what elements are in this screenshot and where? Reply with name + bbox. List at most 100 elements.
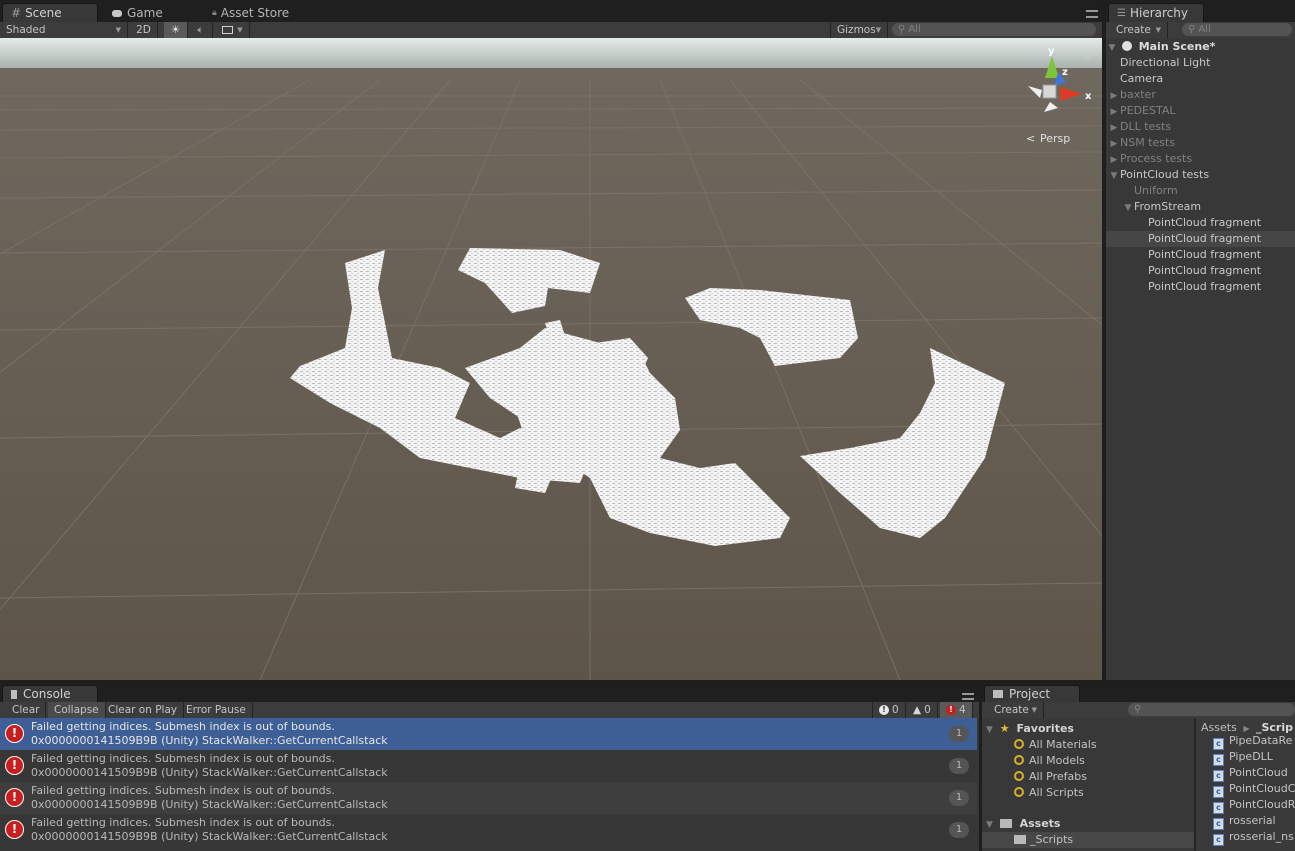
lighting-toggle[interactable]: ☀ (164, 22, 188, 38)
hierarchy-item[interactable]: ▼ PointCloud tests (1106, 167, 1295, 183)
scene-name-label: Main Scene* (1138, 40, 1216, 53)
hierarchy-item-label: Camera (1120, 72, 1164, 85)
hierarchy-item[interactable]: PointCloud fragment (1106, 247, 1295, 263)
expand-triangle-icon[interactable]: ▼ (1106, 40, 1118, 56)
expand-triangle-icon[interactable]: ▶ (1108, 120, 1120, 136)
asset-file-label: PointCloudR (1229, 798, 1295, 811)
hierarchy-item[interactable]: Camera (1106, 71, 1295, 87)
gizmo-x-label: x (1085, 91, 1092, 102)
console-menu-icon[interactable] (962, 693, 974, 700)
tab-asset-store[interactable]: 🔒︎ Asset Store (203, 3, 323, 22)
scene-root-row[interactable]: ▼ Main Scene* (1106, 39, 1294, 55)
hierarchy-item[interactable]: ▶ DLL tests (1106, 119, 1295, 135)
hierarchy-item-label: PointCloud tests (1120, 168, 1210, 181)
console-collapse-button[interactable]: Collapse (48, 702, 106, 718)
gizmo-center-cube[interactable] (1042, 84, 1057, 99)
hierarchy-item[interactable]: PointCloud fragment (1106, 215, 1295, 231)
expand-triangle-icon[interactable]: ▶ (1108, 152, 1120, 168)
toggle-2d-button[interactable]: 2D (130, 22, 158, 38)
hierarchy-item[interactable]: ▶ PEDESTAL (1106, 103, 1295, 119)
scene-viewport[interactable]: y x z ▭ < Persp (0, 38, 1102, 680)
expand-triangle-icon[interactable]: ▼ (986, 820, 993, 830)
console-entry[interactable]: ! Failed getting indices. Submesh index i… (0, 718, 977, 750)
scene-view-canvas: y x z ▭ < Persp (0, 38, 1102, 680)
hierarchy-item[interactable]: PointCloud fragment (1106, 263, 1295, 279)
toggle-error-messages[interactable]: ! 4 (940, 702, 973, 718)
toggle-info-messages[interactable]: ! 0 (872, 702, 906, 718)
tab-console-label: Console (23, 687, 71, 701)
console-entry[interactable]: ! Failed getting indices. Submesh index i… (0, 750, 977, 782)
tab-console[interactable]: Console (2, 685, 98, 702)
asset-folder-label: _Scripts (1030, 833, 1074, 846)
assets-header[interactable]: ▼ Assets (986, 816, 1060, 832)
hierarchy-item[interactable]: ▶ baxter (1106, 87, 1295, 103)
asset-file-item[interactable]: c PipeDataRe (1213, 733, 1292, 750)
project-create-button[interactable]: Create ▼ (988, 702, 1044, 718)
tab-game-label: Game (127, 6, 163, 20)
asset-file-item[interactable]: c PointCloudR (1213, 797, 1295, 814)
effects-dropdown[interactable]: ▼ (216, 22, 250, 38)
hierarchy-item[interactable]: PointCloud fragment (1106, 279, 1295, 295)
expand-triangle-icon[interactable]: ▼ (986, 725, 993, 735)
scene-search-input[interactable]: ⚲ All (892, 23, 1096, 36)
hierarchy-item[interactable]: ▶ Process tests (1106, 151, 1295, 167)
hierarchy-item[interactable]: Uniform (1106, 183, 1295, 199)
scene-search-placeholder: All (908, 24, 921, 35)
tab-scene[interactable]: # Scene (2, 3, 98, 22)
tab-hierarchy[interactable]: ☰ Hierarchy (1108, 3, 1204, 22)
favorite-item[interactable]: All Prefabs (1014, 769, 1087, 785)
error-count: 4 (959, 704, 966, 716)
gizmo-lock-icon[interactable]: ▭ (1083, 53, 1091, 62)
expand-triangle-icon[interactable]: ▶ (1108, 104, 1120, 120)
tab-project[interactable]: Project (984, 685, 1080, 702)
tab-game[interactable]: Game (103, 3, 199, 22)
collapse-triangle-icon[interactable]: ▼ (1122, 200, 1134, 216)
asset-file-item[interactable]: c PointCloudC (1213, 781, 1295, 798)
asset-file-item[interactable]: c PointCloud (1213, 765, 1288, 782)
console-clear-button[interactable]: Clear (6, 702, 47, 718)
tab-project-label: Project (1009, 687, 1051, 701)
hierarchy-item[interactable]: PointCloud fragment (1106, 231, 1295, 247)
chevron-down-icon: ▼ (1155, 26, 1161, 34)
console-error-pause-button[interactable]: Error Pause (180, 702, 253, 718)
chevron-down-icon: ▼ (1031, 706, 1037, 714)
hierarchy-create-button[interactable]: Create ▼ (1110, 22, 1168, 38)
audio-toggle[interactable]: 🔈︎ (189, 22, 213, 38)
favorites-header[interactable]: ▼ ★ Favorites (986, 721, 1074, 737)
hierarchy-item-label: Directional Light (1120, 56, 1211, 69)
hierarchy-item[interactable]: ▼ FromStream (1106, 199, 1295, 215)
panel-menu-icon[interactable] (1086, 10, 1098, 18)
info-count: 0 (892, 704, 899, 716)
favorite-item[interactable]: All Scripts (1014, 785, 1084, 801)
shading-mode-dropdown[interactable]: Shaded ▼ (0, 22, 128, 38)
gizmos-dropdown[interactable]: Gizmos ▼ (830, 22, 888, 38)
hierarchy-item[interactable]: ▶ NSM tests (1106, 135, 1295, 151)
hierarchy-item-label: DLL tests (1120, 120, 1172, 133)
folder-icon (993, 690, 1003, 698)
favorite-item[interactable]: All Models (1014, 753, 1085, 769)
console-entry-count: 1 (949, 726, 969, 742)
project-file-list: Assets ▶ _Scrip c PipeDataRe c PipeDLL c Poin… (1196, 718, 1295, 851)
console-clear-on-play-button[interactable]: Clear on Play (102, 702, 185, 718)
info-icon: ! (879, 705, 889, 715)
toggle-warning-messages[interactable]: ▲ 0 (907, 702, 938, 718)
asset-file-item[interactable]: c PipeDLL (1213, 749, 1273, 766)
console-clear-label: Clear (12, 704, 40, 716)
scene-grid-icon: # (11, 6, 22, 20)
projection-label[interactable]: Persp (1040, 132, 1070, 145)
sun-icon: ☀ (170, 24, 181, 36)
expand-triangle-icon[interactable]: ▶ (1108, 88, 1120, 104)
console-entry[interactable]: ! Failed getting indices. Submesh index i… (0, 782, 977, 814)
console-entry[interactable]: ! Failed getting indices. Submesh index i… (0, 814, 977, 846)
asset-folder-item[interactable]: _Scripts (982, 832, 1194, 848)
unity-scene-icon (1121, 41, 1132, 51)
collapse-triangle-icon[interactable]: ▼ (1108, 168, 1120, 184)
hierarchy-search-input[interactable]: ⚲ All (1182, 23, 1292, 36)
asset-file-item[interactable]: c rosserial_ns (1213, 829, 1294, 846)
favorite-item[interactable]: All Materials (1014, 737, 1097, 753)
asset-file-label: PointCloudC (1229, 782, 1295, 795)
asset-file-item[interactable]: c rosserial (1213, 813, 1276, 830)
hierarchy-item[interactable]: Directional Light (1106, 55, 1295, 71)
project-search-input[interactable]: ⚲ (1128, 703, 1295, 716)
expand-triangle-icon[interactable]: ▶ (1108, 136, 1120, 152)
